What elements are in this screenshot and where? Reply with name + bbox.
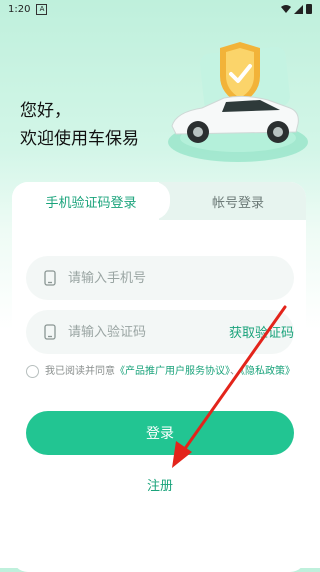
agreement-prefix: 我已阅读并同意 bbox=[45, 366, 115, 377]
get-code-button[interactable]: 获取验证码 bbox=[229, 322, 294, 341]
wifi-icon bbox=[281, 5, 291, 13]
tab-phone-code-login[interactable]: 手机验证码登录 bbox=[12, 182, 170, 220]
battery-icon bbox=[306, 4, 312, 14]
status-bar: 1:20 A bbox=[0, 0, 320, 18]
status-icons bbox=[281, 4, 312, 14]
agreement-checkbox[interactable] bbox=[26, 365, 39, 378]
phone-icon bbox=[44, 324, 56, 340]
signal-icon bbox=[294, 4, 303, 14]
phone-field[interactable] bbox=[26, 256, 294, 300]
status-time: 1:20 bbox=[8, 3, 31, 15]
greeting-line-1: 您好， bbox=[20, 101, 71, 121]
phone-input[interactable] bbox=[66, 269, 294, 287]
agreement-separator: 、 bbox=[230, 366, 240, 377]
register-link[interactable]: 注册 bbox=[0, 475, 320, 494]
greeting-line-2: 欢迎使用车保易 bbox=[20, 129, 139, 149]
phone-icon bbox=[44, 270, 56, 286]
tab-account-login[interactable]: 帐号登录 bbox=[170, 182, 306, 220]
notification-icon: A bbox=[36, 3, 48, 15]
car-shield-illustration bbox=[168, 42, 308, 162]
service-agreement-link[interactable]: 《产品推广用户服务协议》 bbox=[115, 366, 230, 377]
login-button[interactable]: 登录 bbox=[26, 411, 294, 455]
privacy-policy-link[interactable]: 《隐私政策》 bbox=[240, 366, 295, 377]
agreement-text: 我已阅读并同意《产品推广用户服务协议》、《隐私政策》 bbox=[45, 363, 295, 380]
greeting: 您好， 欢迎使用车保易 bbox=[20, 97, 139, 153]
agreement: 我已阅读并同意《产品推广用户服务协议》、《隐私政策》 bbox=[26, 363, 296, 380]
